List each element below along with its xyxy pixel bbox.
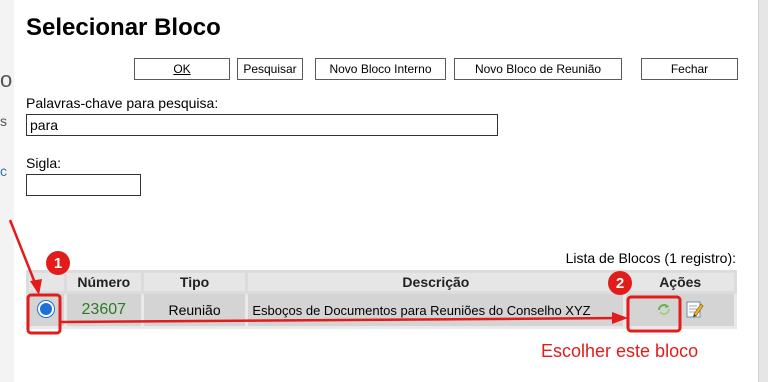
table-row[interactable]: 23607 Reunião Esboços de Documentos para… — [26, 291, 737, 329]
radio-selected-icon[interactable] — [38, 300, 55, 317]
dialog-title: Selecionar Bloco — [26, 14, 221, 41]
background-glyph: c — [0, 163, 7, 179]
background-window-edge: o s c — [0, 0, 14, 382]
background-glyph: o — [0, 67, 13, 92]
sigla-input[interactable] — [26, 174, 141, 196]
keywords-input[interactable]: para — [26, 114, 498, 136]
block-description: Esboços de Documentos para Reuniões do C… — [252, 302, 591, 318]
column-header-numero: Número — [63, 270, 144, 294]
search-button[interactable]: Pesquisar — [237, 58, 303, 80]
new-meeting-block-button[interactable]: Novo Bloco de Reunião — [454, 58, 622, 80]
select-block-dialog: Selecionar Bloco OK Pesquisar Novo Bloco… — [14, 0, 758, 382]
actions-cell — [623, 291, 737, 329]
table-caption: Lista de Blocos (1 registro): — [565, 250, 736, 266]
keywords-label: Palavras-chave para pesquisa: — [26, 95, 219, 111]
close-button[interactable]: Fechar — [641, 58, 738, 80]
dialog-scrollbar[interactable] — [758, 0, 768, 382]
block-number-link[interactable]: 23607 — [82, 301, 127, 318]
choose-block-icon[interactable] — [656, 301, 672, 320]
column-header-tipo: Tipo — [140, 270, 249, 294]
annotation-label: Escolher este bloco — [541, 341, 699, 361]
descricao-cell: Esboços de Documentos para Reuniões do C… — [245, 291, 627, 329]
numero-cell[interactable]: 23607 — [63, 291, 144, 329]
column-header-acoes: Ações — [623, 270, 737, 294]
background-glyph: s — [0, 113, 7, 129]
column-header-descricao: Descrição — [245, 270, 627, 294]
sigla-label: Sigla: — [26, 155, 62, 171]
step-badge-2: 2 — [608, 271, 632, 295]
edit-block-icon[interactable] — [686, 300, 704, 321]
new-internal-block-button[interactable]: Novo Bloco Interno — [315, 58, 446, 80]
ok-button[interactable]: OK — [134, 58, 230, 80]
step-badge-1: 1 — [46, 251, 70, 275]
row-select-cell[interactable] — [26, 291, 67, 329]
tipo-cell: Reunião — [140, 291, 249, 329]
